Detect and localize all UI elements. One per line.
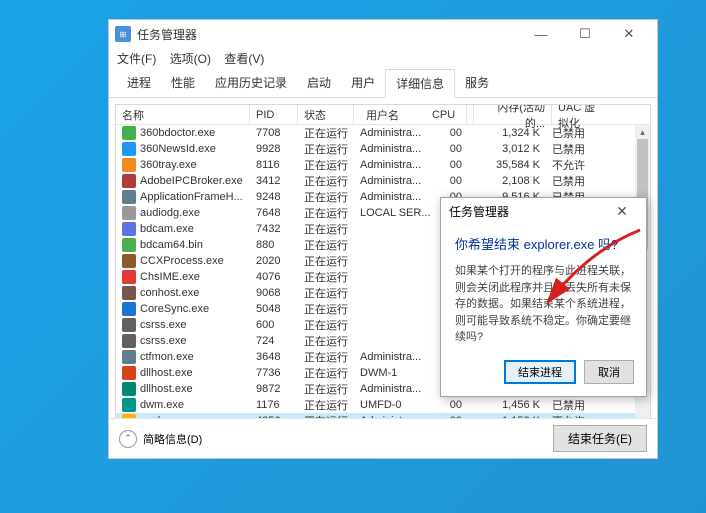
close-button[interactable]: ✕ [607,20,651,48]
process-icon [122,366,136,380]
dialog-message: 如果某个打开的程序与此进程关联，则会关闭此程序并且将丢失所有未保存的数据。如果结… [455,263,632,346]
col-status[interactable]: 状态 [298,105,354,124]
process-icon [122,398,136,412]
end-process-button[interactable]: 结束进程 [504,360,576,384]
dialog-question: 你希望结束 explorer.exe 吗? [455,234,632,253]
process-icon [122,206,136,220]
dialog-titlebar[interactable]: 任务管理器 ✕ [441,198,646,224]
dialog-close-icon[interactable]: ✕ [606,203,638,220]
tab-4[interactable]: 用户 [341,69,385,97]
dialog-title: 任务管理器 [449,203,606,220]
cancel-button[interactable]: 取消 [584,360,634,384]
confirm-dialog: 任务管理器 ✕ 你希望结束 explorer.exe 吗? 如果某个打开的程序与… [440,197,647,397]
tab-6[interactable]: 服务 [455,69,499,97]
menubar: 文件(F) 选项(O) 查看(V) [109,48,657,69]
process-icon [122,334,136,348]
process-icon [122,222,136,236]
menu-view[interactable]: 查看(V) [224,52,264,66]
col-user[interactable]: 用户名 [366,105,432,124]
scroll-up-icon[interactable]: ▴ [635,125,650,139]
minimize-button[interactable]: — [519,20,563,48]
process-icon [122,174,136,188]
tab-0[interactable]: 进程 [117,69,161,97]
process-icon [122,318,136,332]
col-name[interactable]: 名称 [116,105,250,124]
collapse-icon: ⌃ [119,430,137,448]
end-task-button[interactable]: 结束任务(E) [553,425,647,452]
fewer-details-button[interactable]: ⌃ 简略信息(D) [119,430,202,448]
menu-options[interactable]: 选项(O) [170,52,211,66]
col-uac[interactable]: UAC 虚拟化 [552,105,602,124]
process-icon [122,142,136,156]
tab-2[interactable]: 应用历史记录 [205,69,297,97]
process-icon [122,414,136,418]
process-icon [122,254,136,268]
process-icon [122,350,136,364]
process-icon [122,238,136,252]
col-mem[interactable]: 内存(活动的... [474,105,552,124]
process-icon [122,270,136,284]
table-row[interactable]: 360bdoctor.exe7708正在运行Administra...001,3… [116,125,650,141]
tabs: 进程性能应用历史记录启动用户详细信息服务 [109,69,657,98]
table-row[interactable]: dwm.exe1176正在运行UMFD-0001,456 K已禁用 [116,397,650,413]
table-row[interactable]: 360NewsId.exe9928正在运行Administra...003,01… [116,141,650,157]
maximize-button[interactable]: ☐ [563,20,607,48]
process-icon [122,286,136,300]
menu-file[interactable]: 文件(F) [117,52,156,66]
table-header: 名称 PID 状态 用户名 CPU 内存(活动的... UAC 虚拟化 [116,105,650,125]
app-icon: ⊞ [115,26,131,42]
titlebar[interactable]: ⊞ 任务管理器 — ☐ ✕ [109,20,657,48]
tab-3[interactable]: 启动 [297,69,341,97]
table-row[interactable]: AdobeIPCBroker.exe3412正在运行Administra...0… [116,173,650,189]
table-row[interactable]: explorer.exe4256正在运行Administra...001,152… [116,413,650,418]
process-icon [122,382,136,396]
process-icon [122,190,136,204]
process-icon [122,302,136,316]
col-pid[interactable]: PID [250,105,298,124]
table-row[interactable]: 360tray.exe8116正在运行Administra...0035,584… [116,157,650,173]
col-cpu[interactable]: CPU [432,105,460,124]
process-icon [122,126,136,140]
window-title: 任务管理器 [137,26,519,43]
tab-5[interactable]: 详细信息 [385,69,455,98]
tab-1[interactable]: 性能 [161,69,205,97]
footer: ⌃ 简略信息(D) 结束任务(E) [109,418,657,458]
process-icon [122,158,136,172]
